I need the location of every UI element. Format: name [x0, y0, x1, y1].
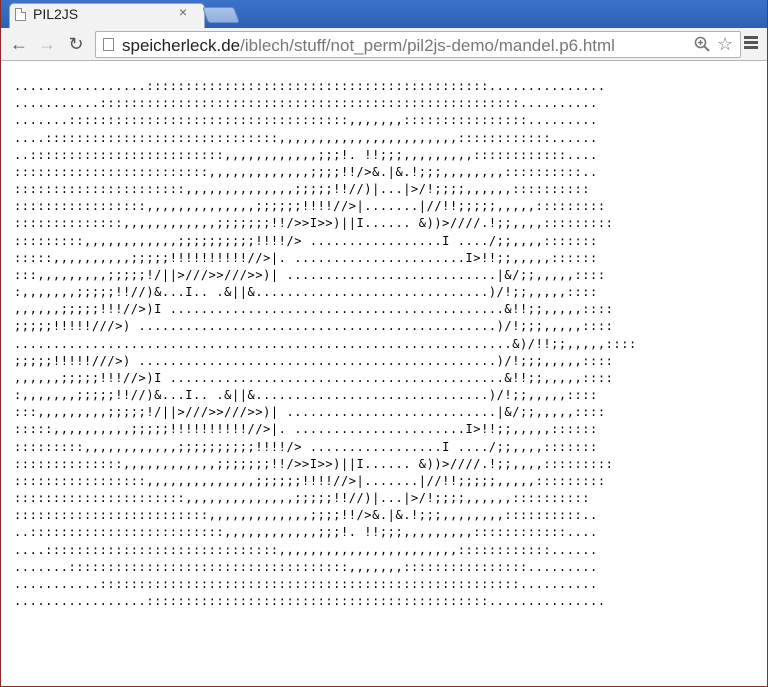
ascii-line: :::::,,,,,,,,,,;;;;;!!!!!!!!!!//>|. ....…	[14, 422, 598, 437]
ascii-line: ;;;;;!!!!!///>) ........................…	[14, 319, 614, 334]
zoom-icon[interactable]	[694, 36, 710, 52]
ascii-line: ::::::::::::::::::::::,,,,,,,,,,,,,,;;;;…	[14, 491, 591, 506]
ascii-line: ::::::::::::::,,,,,,,,,,,,;;;;;;;!!/>>I>…	[14, 456, 614, 471]
ascii-line: .................:::::::::::::::::::::::…	[14, 594, 606, 609]
ascii-line: .......:::::::::::::::::::::::::::::::::…	[14, 113, 598, 128]
page-icon	[103, 38, 114, 51]
ascii-line: ::::::::::::::::::::::,,,,,,,,,,,,,,;;;;…	[14, 182, 591, 197]
ascii-line: ,,,,,,;;;;;!!!//>)I ....................…	[14, 302, 614, 317]
ascii-line: :,,,,,,,;;;;;!!//)&...I.. .&||&.........…	[14, 285, 598, 300]
ascii-line: .......:::::::::::::::::::::::::::::::::…	[14, 559, 598, 574]
ascii-line: ....::::::::::::::::::::::::::::::,,,,,,…	[14, 542, 598, 557]
mandelbrot-ascii-art: .................:::::::::::::::::::::::…	[14, 78, 637, 610]
ascii-line: ,,,,,,;;;;;!!!//>)I ....................…	[14, 370, 614, 385]
ascii-line: :::,,,,,,,,,;;;;;!/||>///>>///>>)| .....…	[14, 267, 606, 282]
ascii-line: :,,,,,,,;;;;;!!//)&...I.. .&||&.........…	[14, 388, 598, 403]
ascii-line: ...........:::::::::::::::::::::::::::::…	[14, 96, 598, 111]
ascii-line: .................:::::::::::::::::::::::…	[14, 79, 606, 93]
tab-strip: PIL2JS ×	[1, 0, 767, 28]
menu-icon[interactable]	[744, 36, 758, 50]
url-path: /iblech/stuff/not_perm/pil2js-demo/mande…	[240, 36, 615, 55]
ascii-line: ...........:::::::::::::::::::::::::::::…	[14, 576, 598, 591]
tab-title: PIL2JS	[33, 6, 79, 22]
close-icon[interactable]: ×	[179, 5, 187, 19]
page-content: .................:::::::::::::::::::::::…	[2, 62, 767, 686]
ascii-line: ;;;;;!!!!!///>) ........................…	[14, 353, 614, 368]
new-tab-button[interactable]	[202, 7, 240, 23]
page-icon	[15, 8, 26, 21]
ascii-line: :::::::::::::::::,,,,,,,,,,,,,,;;;;;;!!!…	[14, 473, 606, 488]
ascii-line: :::::::::,,,,,,,,,,,,;;;;;;;;;;!!!!/> ..…	[14, 439, 598, 454]
toolbar: ← → ↻ speicherleck.de/iblech/stuff/not_p…	[1, 28, 767, 61]
ascii-line: :::::::::,,,,,,,,,,,,;;;;;;;;;;!!!!/> ..…	[14, 233, 598, 248]
forward-button[interactable]: →	[35, 32, 59, 56]
ascii-line: :::::::::::::::::,,,,,,,,,,,,,,;;;;;;!!!…	[14, 199, 606, 214]
ascii-line: :::::,,,,,,,,,,;;;;;!!!!!!!!!!//>|. ....…	[14, 250, 598, 265]
address-bar[interactable]: speicherleck.de/iblech/stuff/not_perm/pi…	[95, 31, 741, 58]
ascii-line: ........................................…	[14, 336, 637, 351]
browser-window: PIL2JS × ← → ↻ speicherleck.de/iblech/st…	[0, 0, 768, 687]
ascii-line: ..:::::::::::::::::::::::::,,,,,,,,,,,,;…	[14, 147, 598, 162]
ascii-line: ..:::::::::::::::::::::::::,,,,,,,,,,,,;…	[14, 525, 598, 540]
url-text[interactable]: speicherleck.de/iblech/stuff/not_perm/pi…	[122, 36, 615, 56]
ascii-line: ....::::::::::::::::::::::::::::::,,,,,,…	[14, 130, 598, 145]
star-icon[interactable]: ☆	[717, 34, 733, 54]
ascii-line: :::::::::::::::::::::::::,,,,,,,,,,,,,;;…	[14, 508, 598, 523]
reload-button[interactable]: ↻	[64, 32, 88, 56]
ascii-line: :::,,,,,,,,,;;;;;!/||>///>>///>>)| .....…	[14, 405, 606, 420]
url-host: speicherleck.de	[122, 36, 241, 55]
back-button[interactable]: ←	[7, 32, 31, 56]
ascii-line: ::::::::::::::,,,,,,,,,,,,;;;;;;;!!/>>I>…	[14, 216, 614, 231]
ascii-line: :::::::::::::::::::::::::,,,,,,,,,,,,,;;…	[14, 164, 598, 179]
